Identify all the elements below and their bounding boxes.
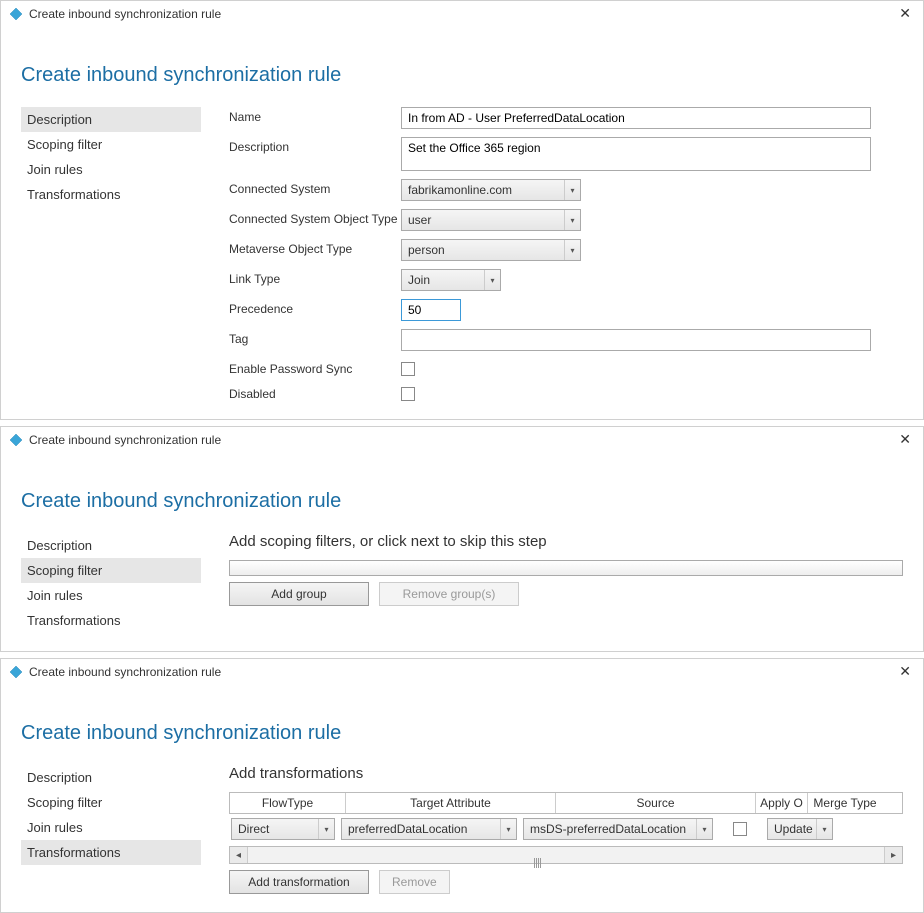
sidebar-item-scoping-filter[interactable]: Scoping filter: [21, 132, 201, 157]
sidebar-item-join-rules[interactable]: Join rules: [21, 583, 201, 608]
label-enable-password-sync: Enable Password Sync: [229, 359, 401, 376]
sidebar-item-description[interactable]: Description: [21, 765, 201, 790]
sidebar-item-description[interactable]: Description: [21, 533, 201, 558]
label-link-type: Link Type: [229, 269, 401, 286]
chevron-down-icon: ▾: [816, 819, 832, 839]
sidebar-item-description[interactable]: Description: [21, 107, 201, 132]
titlebar: Create inbound synchronization rule ✕: [1, 659, 923, 684]
apply-once-checkbox[interactable]: [733, 822, 747, 836]
chevron-down-icon: ▾: [564, 210, 580, 230]
sidebar-item-transformations[interactable]: Transformations: [21, 608, 201, 633]
label-name: Name: [229, 107, 401, 124]
link-type-select[interactable]: Join ▾: [401, 269, 501, 291]
sidebar-item-transformations[interactable]: Transformations: [21, 182, 201, 207]
chevron-down-icon: ▾: [564, 180, 580, 200]
col-target: Target Attribute: [346, 793, 556, 813]
sidebar-item-join-rules[interactable]: Join rules: [21, 157, 201, 182]
page-title: Create inbound synchronization rule: [21, 490, 903, 513]
transformations-header: FlowType Target Attribute Source Apply O…: [229, 792, 903, 814]
chevron-down-icon: ▾: [696, 819, 712, 839]
sidebar-item-join-rules[interactable]: Join rules: [21, 815, 201, 840]
label-mv-object-type: Metaverse Object Type: [229, 239, 401, 256]
label-description: Description: [229, 137, 401, 154]
target-attribute-select[interactable]: preferredDataLocation ▾: [341, 818, 517, 840]
label-cs-object-type: Connected System Object Type: [229, 209, 401, 226]
close-icon[interactable]: ✕: [895, 5, 915, 22]
sidebar-item-transformations[interactable]: Transformations: [21, 840, 201, 865]
chevron-down-icon: ▾: [564, 240, 580, 260]
label-disabled: Disabled: [229, 384, 401, 401]
description-input[interactable]: Set the Office 365 region: [401, 137, 871, 171]
app-icon: [9, 7, 23, 21]
app-icon: [9, 433, 23, 447]
wizard-sidebar: Description Scoping filter Join rules Tr…: [21, 533, 201, 633]
precedence-input[interactable]: [401, 299, 461, 321]
name-input[interactable]: [401, 107, 871, 129]
titlebar: Create inbound synchronization rule ✕: [1, 427, 923, 452]
horizontal-scrollbar[interactable]: ◂ ▸: [229, 846, 903, 864]
sidebar-item-scoping-filter[interactable]: Scoping filter: [21, 558, 201, 583]
section-heading: Add scoping filters, or click next to sk…: [229, 533, 903, 550]
scroll-left-icon[interactable]: ◂: [230, 847, 248, 863]
page-title: Create inbound synchronization rule: [21, 64, 903, 87]
window-title: Create inbound synchronization rule: [29, 7, 221, 21]
label-tag: Tag: [229, 329, 401, 346]
label-connected-system: Connected System: [229, 179, 401, 196]
section-heading: Add transformations: [229, 765, 903, 782]
col-flowtype: FlowType: [230, 793, 346, 813]
chevron-down-icon: ▾: [484, 270, 500, 290]
close-icon[interactable]: ✕: [895, 431, 915, 448]
chevron-down-icon: ▾: [318, 819, 334, 839]
source-select[interactable]: msDS-preferredDataLocation ▾: [523, 818, 713, 840]
app-icon: [9, 665, 23, 679]
scoping-area: Add scoping filters, or click next to sk…: [229, 533, 903, 633]
close-icon[interactable]: ✕: [895, 663, 915, 680]
panel-description: Create inbound synchronization rule ✕ Cr…: [0, 0, 924, 420]
chevron-down-icon: ▾: [500, 819, 516, 839]
label-precedence: Precedence: [229, 299, 401, 316]
remove-groups-button: Remove group(s): [379, 582, 519, 606]
col-merge: Merge Type: [808, 793, 882, 813]
tag-input[interactable]: [401, 329, 871, 351]
connected-system-select[interactable]: fabrikamonline.com ▾: [401, 179, 581, 201]
page-title: Create inbound synchronization rule: [21, 722, 903, 745]
flowtype-select[interactable]: Direct ▾: [231, 818, 335, 840]
form-area: Name Description Set the Office 365 regi…: [229, 107, 903, 401]
merge-type-select[interactable]: Update ▾: [767, 818, 833, 840]
add-group-button[interactable]: Add group: [229, 582, 369, 606]
group-bar[interactable]: [229, 560, 903, 576]
enable-password-sync-checkbox[interactable]: [401, 362, 415, 376]
wizard-sidebar: Description Scoping filter Join rules Tr…: [21, 107, 201, 401]
window-title: Create inbound synchronization rule: [29, 433, 221, 447]
cs-object-type-select[interactable]: user ▾: [401, 209, 581, 231]
col-source: Source: [556, 793, 756, 813]
wizard-sidebar: Description Scoping filter Join rules Tr…: [21, 765, 201, 894]
mv-object-type-select[interactable]: person ▾: [401, 239, 581, 261]
transformation-row: Direct ▾ preferredDataLocation ▾ msDS-pr…: [229, 814, 903, 846]
panel-transformations: Create inbound synchronization rule ✕ Cr…: [0, 658, 924, 913]
sidebar-item-scoping-filter[interactable]: Scoping filter: [21, 790, 201, 815]
disabled-checkbox[interactable]: [401, 387, 415, 401]
window-title: Create inbound synchronization rule: [29, 665, 221, 679]
titlebar: Create inbound synchronization rule ✕: [1, 1, 923, 26]
scroll-right-icon[interactable]: ▸: [884, 847, 902, 863]
panel-scoping-filter: Create inbound synchronization rule ✕ Cr…: [0, 426, 924, 652]
transformations-area: Add transformations FlowType Target Attr…: [229, 765, 903, 894]
col-apply: Apply O: [756, 793, 808, 813]
